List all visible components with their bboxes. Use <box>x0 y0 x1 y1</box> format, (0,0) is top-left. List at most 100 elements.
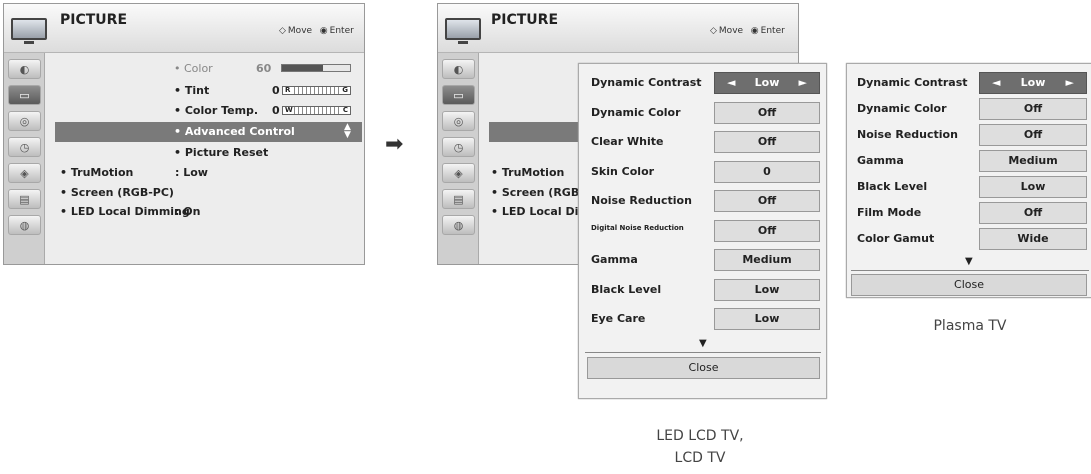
setting-label[interactable]: Noise Reduction <box>857 128 958 141</box>
color-value: 60 <box>256 62 272 75</box>
setting-value[interactable]: 0 <box>714 160 820 183</box>
right-arrow-icon[interactable]: ► <box>1066 73 1074 93</box>
setting-value[interactable]: ◄ Low ► <box>714 72 820 94</box>
setting-label[interactable]: Dynamic Color <box>591 106 681 119</box>
setting-label[interactable]: Clear White <box>591 135 663 148</box>
setting-value[interactable]: Off <box>714 131 820 153</box>
setting-value[interactable]: Wide <box>979 228 1087 250</box>
enter-icon: ◉ <box>750 26 759 36</box>
setting-label[interactable]: Film Mode <box>857 206 921 219</box>
led-dimming-label[interactable]: • LED Local Dimming <box>60 205 190 218</box>
divider <box>851 270 1089 271</box>
menu-title: PICTURE <box>60 12 128 28</box>
setting-label[interactable]: Digital Noise Reduction <box>591 224 684 232</box>
setting-value[interactable]: Medium <box>979 150 1087 172</box>
screen-label[interactable]: • Screen (RGB- <box>491 186 584 199</box>
setting-value[interactable]: ◄ Low ► <box>979 72 1087 94</box>
setting-label[interactable]: Black Level <box>857 180 927 193</box>
transition-arrow-icon: ➡ <box>385 132 404 157</box>
screen-label[interactable]: • Screen (RGB-PC) <box>60 186 174 199</box>
advanced-control-panel-led: Dynamic Contrast ◄ Low ► Dynamic Color Off Cle… <box>578 63 827 399</box>
navigation-hint: ◇ Move ◉ Enter <box>279 26 354 36</box>
color-level-bar[interactable] <box>281 64 351 72</box>
setting-label[interactable]: Skin Color <box>591 165 654 178</box>
category-clock-icon[interactable]: ◷ <box>8 137 41 157</box>
category-speaker-icon[interactable]: ◎ <box>442 111 475 131</box>
setting-value[interactable]: Off <box>714 190 820 212</box>
setting-value[interactable]: Off <box>714 101 820 124</box>
setting-value[interactable]: Low <box>714 308 820 330</box>
setting-value[interactable]: Off <box>979 98 1087 120</box>
setting-label[interactable]: Eye Care <box>591 312 645 325</box>
navigation-hint: ◇ Move ◉ Enter <box>710 26 785 36</box>
setting-value[interactable]: Low <box>714 278 820 301</box>
category-strip: ◐ ▭ ◎ ◷ ◈ ▤ ◍ <box>438 53 479 264</box>
setting-value[interactable]: Off <box>714 219 820 242</box>
tint-value: 0 <box>272 84 280 97</box>
tv-icon <box>445 18 481 44</box>
led-caption-line1: LED LCD TV, <box>656 428 744 444</box>
right-arrow-icon[interactable]: ► <box>799 73 807 93</box>
plasma-caption: Plasma TV <box>933 318 1007 334</box>
picture-menu-main: PICTURE ◇ Move ◉ Enter ◐ ▭ ◎ ◷ ◈ ▤ ◍ • Col… <box>3 3 365 265</box>
trumotion-value: : Low <box>175 166 208 179</box>
enter-icon: ◉ <box>319 26 328 36</box>
led-caption-line2: LCD TV <box>674 450 726 466</box>
setting-label[interactable]: Gamma <box>857 154 904 167</box>
advanced-control-highlight <box>489 122 589 142</box>
close-button[interactable]: Close <box>587 357 820 379</box>
divider <box>585 352 821 353</box>
category-network-icon[interactable]: ◍ <box>442 215 475 235</box>
scroll-down-icon[interactable]: ▼ <box>699 338 707 349</box>
updown-icon: ▲ ▼ <box>344 122 351 140</box>
trumotion-label[interactable]: • TruMotion <box>60 166 133 179</box>
color-temp-bar[interactable]: WC <box>282 106 351 115</box>
color-temp-label[interactable]: • Color Temp. <box>174 104 258 117</box>
setting-value[interactable]: Low <box>979 176 1087 198</box>
tv-icon <box>11 18 47 44</box>
category-option-icon[interactable]: ▤ <box>8 189 41 209</box>
setting-value[interactable]: Off <box>979 202 1087 224</box>
advanced-control-panel-plasma: Dynamic Contrast ◄ Low ► Dynamic Color Off Noi… <box>846 63 1091 298</box>
category-lock-icon[interactable]: ◈ <box>442 163 475 183</box>
move-icon: ◇ <box>279 26 286 36</box>
category-network-icon[interactable]: ◍ <box>8 215 41 235</box>
category-strip: ◐ ▭ ◎ ◷ ◈ ▤ ◍ <box>4 53 45 264</box>
category-clock-icon[interactable]: ◷ <box>442 137 475 157</box>
move-icon: ◇ <box>710 26 717 36</box>
category-picture-icon[interactable]: ◐ <box>8 59 41 79</box>
menu-title: PICTURE <box>491 12 559 28</box>
category-tv-icon[interactable]: ▭ <box>8 85 41 105</box>
category-lock-icon[interactable]: ◈ <box>8 163 41 183</box>
picture-reset-label[interactable]: • Picture Reset <box>174 146 268 159</box>
color-temp-value: 0 <box>272 104 280 117</box>
setting-label[interactable]: Gamma <box>591 253 638 266</box>
category-option-icon[interactable]: ▤ <box>442 189 475 209</box>
left-arrow-icon[interactable]: ◄ <box>727 73 735 93</box>
advanced-control-label[interactable]: • Advanced Control <box>174 125 295 138</box>
setting-label[interactable]: Noise Reduction <box>591 194 692 207</box>
close-button[interactable]: Close <box>851 274 1087 296</box>
setting-label[interactable]: Dynamic Color <box>857 102 947 115</box>
setting-label[interactable]: Dynamic Contrast <box>591 76 702 89</box>
setting-label[interactable]: Black Level <box>591 283 661 296</box>
setting-value[interactable]: Medium <box>714 249 820 271</box>
setting-value[interactable]: Off <box>979 124 1087 146</box>
tint-label[interactable]: • Tint <box>174 84 209 97</box>
setting-value-text: Low <box>754 76 780 89</box>
color-label[interactable]: • Color <box>174 62 213 75</box>
menu-header: PICTURE ◇ Move ◉ Enter <box>4 4 364 53</box>
category-tv-icon[interactable]: ▭ <box>442 85 475 105</box>
category-picture-icon[interactable]: ◐ <box>442 59 475 79</box>
left-arrow-icon[interactable]: ◄ <box>992 73 1000 93</box>
setting-value-text: Low <box>1020 76 1046 89</box>
setting-label[interactable]: Dynamic Contrast <box>857 76 968 89</box>
category-speaker-icon[interactable]: ◎ <box>8 111 41 131</box>
menu-header: PICTURE ◇ Move ◉ Enter <box>438 4 798 53</box>
trumotion-label[interactable]: • TruMotion <box>491 166 564 179</box>
scroll-down-icon[interactable]: ▼ <box>965 256 973 267</box>
led-dimming-label[interactable]: • LED Local Dim <box>491 205 590 218</box>
setting-label[interactable]: Color Gamut <box>857 232 934 245</box>
tint-bar[interactable]: RG <box>282 86 351 95</box>
led-dimming-value: : On <box>175 205 201 218</box>
